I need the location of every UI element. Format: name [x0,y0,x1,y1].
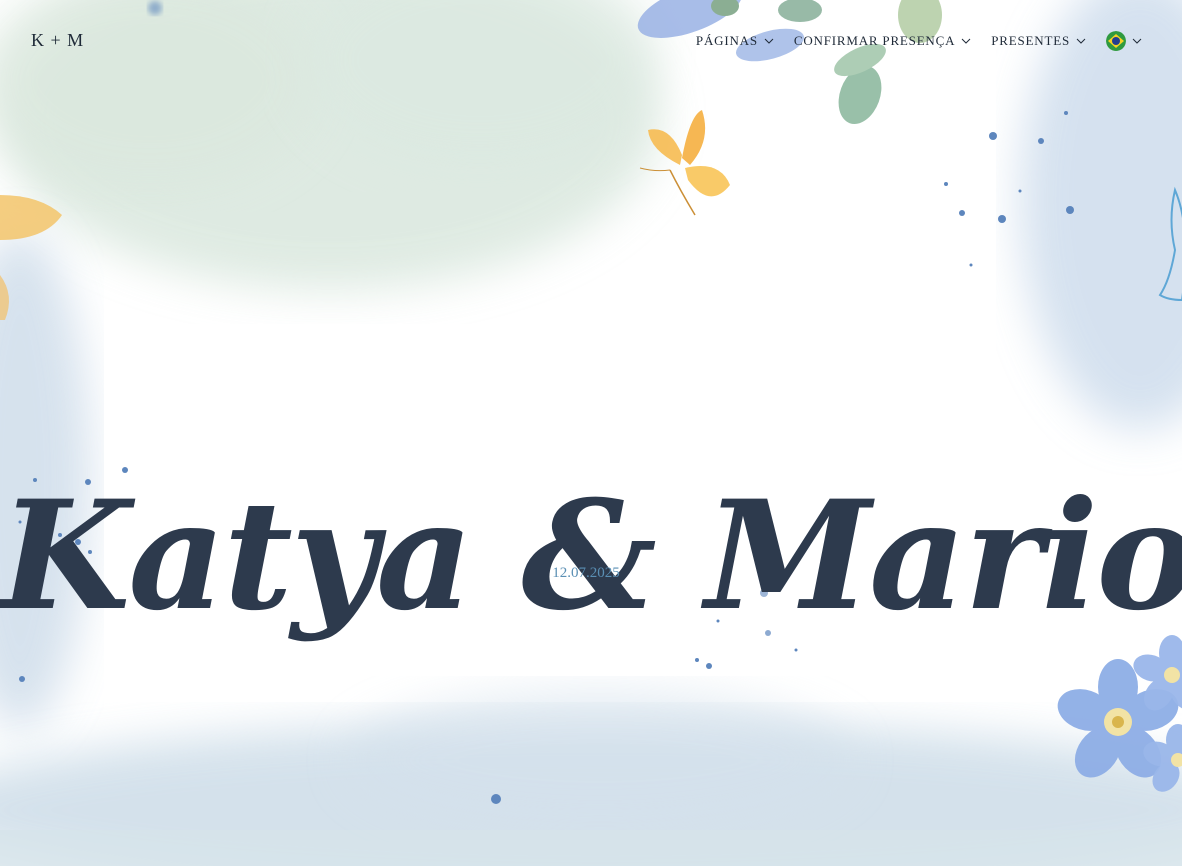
wedding-date: 12.07.2025 [552,565,620,581]
nav-item-label: CONFIRMAR PRESENÇA [793,33,956,48]
couple-names-title: Katya & Mario [0,467,1182,644]
watercolor-background [0,0,1182,866]
nav-item-presentes[interactable]: PRESENTES [991,33,1086,49]
chevron-down-icon [1132,38,1142,44]
language-selector[interactable] [1106,31,1142,51]
main-nav: PÁGINAS CONFIRMAR PRESENÇA PRESENTES [696,31,1142,51]
chevron-down-icon [1076,38,1086,44]
nav-item-confirmar-presenca[interactable]: CONFIRMAR PRESENÇA [794,33,971,49]
chevron-down-icon [764,38,774,44]
nav-item-label: PÁGINAS [695,33,758,48]
chevron-down-icon [961,38,971,44]
site-logo[interactable]: K + M [31,30,84,51]
nav-item-label: PRESENTES [991,33,1070,48]
nav-item-paginas[interactable]: PÁGINAS [696,33,774,49]
brazil-flag-icon [1106,31,1126,51]
